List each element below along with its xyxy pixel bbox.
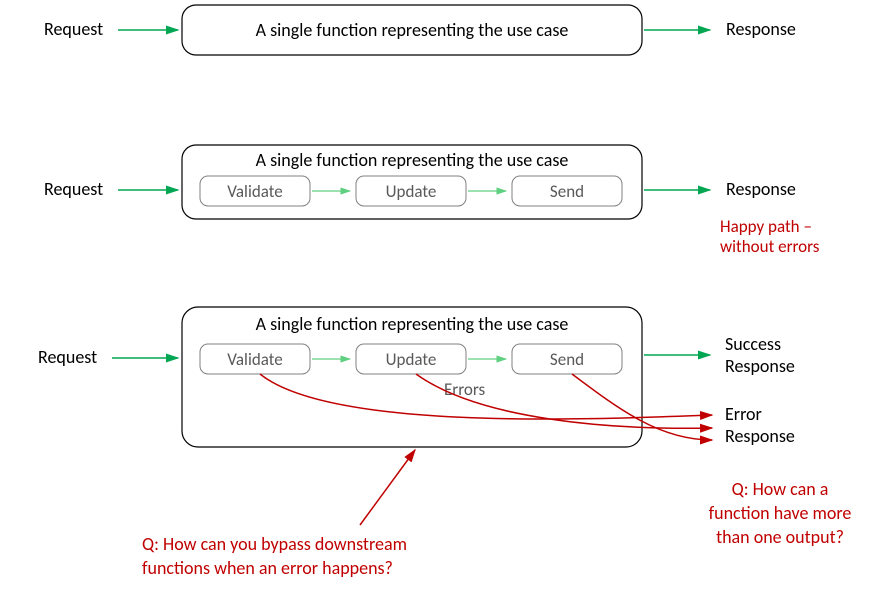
function-title: A single function representing the use c…: [256, 19, 569, 41]
error-label: Error: [725, 403, 762, 425]
response-label: Response: [726, 178, 796, 200]
error-response-label: Response: [725, 425, 795, 447]
step-label-update: Update: [386, 349, 437, 370]
q1-pointer: [360, 450, 415, 525]
happy-note-1: Happy path –: [720, 216, 812, 237]
success-label: Success: [725, 333, 781, 355]
q1-line2: functions when an error happens?: [142, 557, 393, 579]
happy-note-2: without errors: [720, 236, 820, 257]
row3: Request A single function representing t…: [38, 307, 795, 447]
step-label-send: Send: [550, 181, 584, 202]
step-label-validate: Validate: [227, 181, 283, 202]
request-label: Request: [44, 178, 103, 200]
response-label: Response: [725, 355, 795, 377]
step-label-update: Update: [386, 181, 437, 202]
request-label: Request: [44, 18, 103, 40]
row2: Request A single function representing t…: [44, 145, 820, 257]
request-label: Request: [38, 346, 97, 368]
function-title: A single function representing the use c…: [256, 313, 569, 335]
errors-label: Errors: [444, 379, 485, 400]
q2-line2: function have more: [709, 502, 852, 524]
q1-line1: Q: How can you bypass downstream: [142, 533, 407, 555]
response-label: Response: [726, 18, 796, 40]
q2-line3: than one output?: [716, 526, 844, 548]
step-label-send: Send: [550, 349, 584, 370]
q2-line1: Q: How can a: [732, 478, 829, 500]
function-title: A single function representing the use c…: [256, 149, 569, 171]
step-label-validate: Validate: [227, 349, 283, 370]
row1: Request A single function representing t…: [44, 5, 796, 55]
